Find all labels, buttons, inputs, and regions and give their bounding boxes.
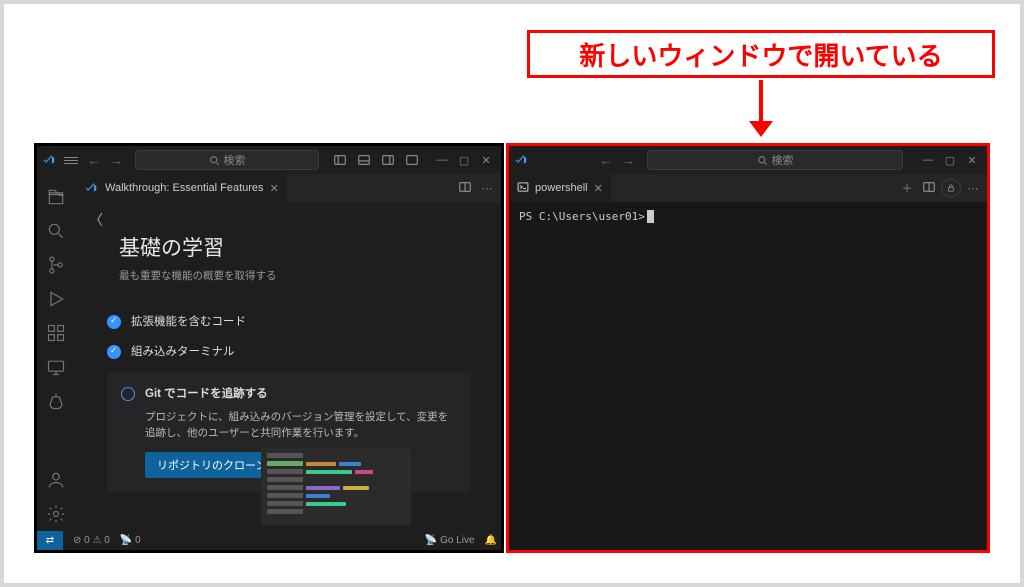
status-problems[interactable]: ⊘ 0 ⚠ 0 [73, 535, 110, 546]
walkthrough-step[interactable]: 組み込みターミナル [107, 343, 471, 359]
title-bar: ← → 検索 — ▢ ✕ [37, 146, 501, 174]
remote-explorer-icon[interactable] [37, 350, 75, 384]
layout-controls [329, 149, 423, 171]
command-center-search[interactable]: 検索 [647, 150, 903, 170]
hamburger-menu-icon[interactable] [61, 153, 81, 168]
more-actions-icon[interactable]: ⋯ [963, 182, 983, 195]
toggle-panel-right-icon[interactable] [377, 149, 399, 171]
toggle-panel-left-icon[interactable] [329, 149, 351, 171]
extensions-icon[interactable] [37, 316, 75, 350]
editor-area: Walkthrough: Essential Features ✕ ⋯ 〈 基礎… [75, 174, 501, 531]
notifications-icon[interactable]: 🔔 [485, 535, 497, 546]
source-control-icon[interactable] [37, 248, 75, 282]
close-tab-icon[interactable]: ✕ [270, 182, 279, 195]
nav-back-button[interactable]: ← [85, 152, 103, 168]
step-label: 組み込みターミナル [131, 343, 235, 359]
nav-forward-button[interactable]: → [107, 152, 125, 168]
tab-powershell[interactable]: powershell ✕ [509, 174, 612, 202]
maximize-button[interactable]: ▢ [453, 149, 475, 171]
terminal-icon [517, 181, 529, 196]
customize-layout-icon[interactable] [401, 149, 423, 171]
command-center-search[interactable]: 検索 [135, 150, 319, 170]
walkthrough-title: 基礎の学習 [119, 232, 477, 262]
cursor [647, 210, 654, 223]
split-editor-icon[interactable] [919, 180, 939, 197]
walkthrough-step[interactable]: 拡張機能を含むコード [107, 313, 471, 329]
walkthrough-preview-image [261, 447, 411, 525]
walkthrough-view: 〈 基礎の学習 最も重要な機能の概要を取得する 拡張機能を含むコード 組み込みタ… [75, 202, 501, 531]
step-label: Git でコードを追跡する [145, 385, 268, 401]
vscode-logo-icon [83, 180, 99, 196]
close-tab-icon[interactable]: ✕ [594, 182, 603, 195]
lock-icon[interactable] [941, 179, 961, 197]
editor-actions: ＋ ⋯ [893, 174, 987, 202]
walkthrough-subtitle: 最も重要な機能の概要を取得する [119, 268, 477, 283]
new-terminal-icon[interactable]: ＋ [897, 180, 917, 196]
tab-title: powershell [535, 182, 588, 194]
walkthrough-step[interactable]: Git でコードを追跡する [121, 385, 457, 401]
tab-walkthrough[interactable]: Walkthrough: Essential Features ✕ [75, 174, 288, 202]
run-debug-icon[interactable] [37, 282, 75, 316]
activity-bar [37, 174, 75, 531]
testing-icon[interactable] [37, 384, 75, 418]
editor-area: powershell ✕ ＋ ⋯ PS C:\Users\user01> [509, 174, 987, 550]
clone-repository-button[interactable]: リポジトリのクローン [145, 452, 278, 478]
explorer-icon[interactable] [37, 180, 75, 214]
checkmark-icon [107, 345, 121, 359]
minimize-button[interactable]: — [431, 149, 453, 171]
go-live-button[interactable]: 📡 Go Live [425, 535, 475, 546]
accounts-icon[interactable] [37, 463, 75, 497]
close-button[interactable]: ✕ [961, 149, 983, 171]
annotation-callout: 新しいウィンドウで開いている [527, 30, 995, 78]
tab-title: Walkthrough: Essential Features [105, 182, 264, 194]
title-bar: ← → 検索 — ▢ ✕ [509, 146, 987, 174]
vscode-window-terminal: ← → 検索 — ▢ ✕ powershell ✕ ＋ [506, 143, 990, 553]
split-editor-icon[interactable] [455, 180, 475, 197]
window-controls: — ▢ ✕ [917, 149, 983, 171]
tab-bar: Walkthrough: Essential Features ✕ ⋯ [75, 174, 501, 202]
maximize-button[interactable]: ▢ [939, 149, 961, 171]
back-chevron-icon[interactable]: 〈 [89, 210, 477, 230]
tab-bar: powershell ✕ ＋ ⋯ [509, 174, 987, 202]
step-description: プロジェクトに、組み込みのバージョン管理を設定して、変更を追跡し、他のユーザーと… [145, 409, 457, 442]
window-controls: — ▢ ✕ [431, 149, 497, 171]
search-icon[interactable] [37, 214, 75, 248]
terminal-prompt: PS C:\Users\user01> [519, 210, 645, 223]
search-placeholder: 検索 [772, 152, 794, 168]
vscode-logo-icon [513, 152, 529, 168]
toggle-panel-bottom-icon[interactable] [353, 149, 375, 171]
vscode-logo-icon [41, 152, 57, 168]
step-label: 拡張機能を含むコード [131, 313, 246, 329]
minimize-button[interactable]: — [917, 149, 939, 171]
circle-icon [121, 387, 135, 401]
terminal-output[interactable]: PS C:\Users\user01> [509, 202, 987, 550]
editor-actions: ⋯ [451, 174, 501, 202]
checkmark-icon [107, 315, 121, 329]
more-actions-icon[interactable]: ⋯ [477, 182, 497, 195]
vscode-window-main: ← → 検索 — ▢ ✕ [34, 143, 504, 553]
search-placeholder: 検索 [224, 152, 246, 168]
settings-gear-icon[interactable] [37, 497, 75, 531]
nav-forward-button[interactable]: → [619, 152, 637, 168]
annotation-arrow [759, 80, 763, 125]
close-button[interactable]: ✕ [475, 149, 497, 171]
remote-indicator-icon[interactable]: ⇄ [37, 531, 63, 550]
status-ports[interactable]: 📡 0 [120, 535, 141, 546]
status-bar: ⇄ ⊘ 0 ⚠ 0 📡 0 📡 Go Live 🔔 [37, 531, 501, 550]
nav-back-button[interactable]: ← [597, 152, 615, 168]
